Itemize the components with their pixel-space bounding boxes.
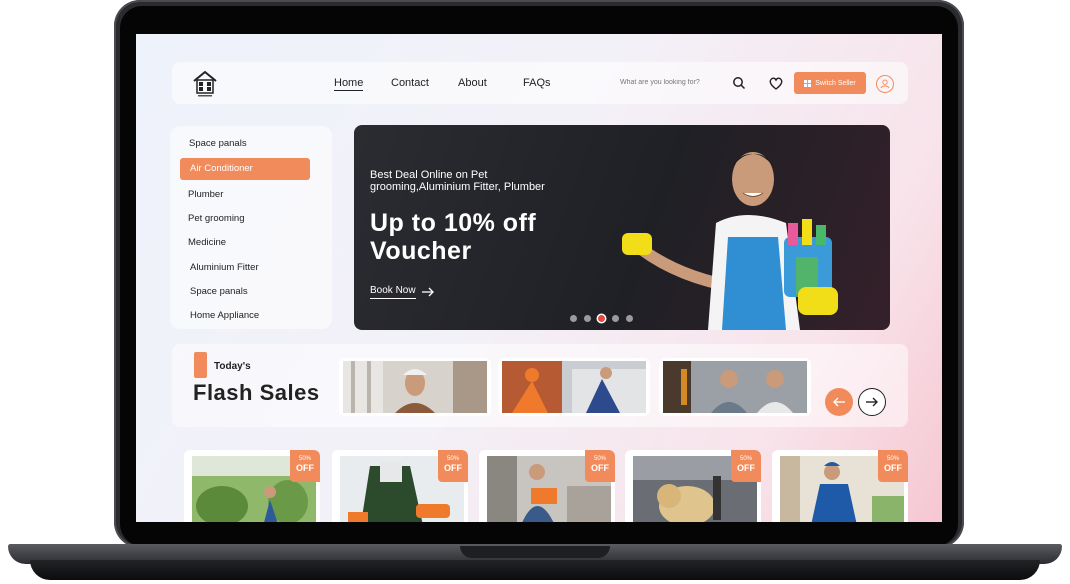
heart-icon[interactable]: [768, 75, 784, 91]
arrow-left-icon: [833, 397, 845, 407]
flash-card[interactable]: [498, 358, 650, 416]
flash-eyebrow: Today's: [214, 361, 251, 372]
discount-badge: 50% OFF: [585, 450, 615, 482]
discount-value: 50%: [593, 456, 606, 462]
hero-banner[interactable]: Best Deal Online on Pet grooming,Alumini…: [354, 125, 890, 330]
switch-seller-label: Switch Seller: [815, 79, 856, 87]
sidebar-item-space-panals[interactable]: Space panals: [189, 138, 247, 149]
flash-next-button[interactable]: [858, 388, 886, 416]
discount-value: 50%: [739, 456, 752, 462]
discount-badge: 50% OFF: [878, 450, 908, 482]
discount-off: OFF: [884, 463, 902, 473]
nav-home[interactable]: Home: [334, 77, 364, 91]
banner-subtitle: Best Deal Online on Pet grooming,Alumini…: [370, 169, 545, 193]
product-card[interactable]: 50% OFF: [772, 450, 908, 522]
sidebar-item-air-conditioner[interactable]: Air Conditioner: [180, 158, 310, 180]
screen: Home Contact About FAQs Switch Seller Sp…: [136, 34, 942, 522]
user-icon[interactable]: [876, 75, 894, 93]
carousel-dot[interactable]: [584, 315, 591, 322]
laptop-notch: [460, 546, 610, 558]
laptop-base-bottom: [30, 560, 1040, 580]
product-card[interactable]: 50% OFF: [332, 450, 468, 522]
logo-house-icon[interactable]: [190, 68, 220, 98]
arrow-right-icon: [866, 397, 878, 407]
sidebar-item-home-appliance[interactable]: Home Appliance: [190, 310, 259, 321]
nav-contact[interactable]: Contact: [391, 77, 429, 89]
book-now-label: Book Now: [370, 285, 416, 299]
switch-seller-button[interactable]: Switch Seller: [794, 72, 866, 94]
arrow-right-icon: [421, 287, 434, 297]
sidebar-item-medicine[interactable]: Medicine: [188, 237, 226, 248]
nav-faqs[interactable]: FAQs: [523, 77, 551, 89]
discount-value: 50%: [298, 456, 311, 462]
product-card[interactable]: 50% OFF: [184, 450, 320, 522]
banner-title: Up to 10% off Voucher: [370, 209, 537, 265]
search-icon[interactable]: [732, 76, 746, 90]
sidebar-item-aluminium-fitter[interactable]: Aluminium Fitter: [190, 262, 259, 273]
flash-accent-bar: [194, 352, 207, 378]
flash-title: Flash Sales: [193, 380, 320, 405]
sidebar-item-space-panals-2[interactable]: Space panals: [190, 286, 248, 297]
discount-badge: 50% OFF: [438, 450, 468, 482]
flash-card-image: [343, 361, 487, 413]
discount-off: OFF: [444, 463, 462, 473]
product-card[interactable]: 50% OFF: [479, 450, 615, 522]
flash-card[interactable]: [659, 358, 811, 416]
carousel-dot-active[interactable]: [598, 315, 605, 322]
carousel-dot[interactable]: [570, 315, 577, 322]
discount-value: 50%: [446, 456, 459, 462]
flash-card[interactable]: [339, 358, 491, 416]
discount-badge: 50% OFF: [731, 450, 761, 482]
discount-off: OFF: [591, 463, 609, 473]
discount-badge: 50% OFF: [290, 450, 320, 482]
sidebar-item-pet-grooming[interactable]: Pet grooming: [188, 213, 245, 224]
discount-off: OFF: [737, 463, 755, 473]
flash-card-image: [502, 361, 646, 413]
discount-off: OFF: [296, 463, 314, 473]
windows-icon: [804, 79, 812, 87]
discount-value: 50%: [886, 456, 899, 462]
sidebar-item-plumber[interactable]: Plumber: [188, 189, 223, 200]
flash-prev-button[interactable]: [825, 388, 853, 416]
book-now-button[interactable]: Book Now: [370, 285, 434, 299]
nav-about[interactable]: About: [458, 77, 487, 89]
flash-card-image: [663, 361, 807, 413]
category-sidebar: [170, 126, 332, 329]
banner-worker-image: [622, 152, 838, 330]
product-card[interactable]: 50% OFF: [625, 450, 761, 522]
